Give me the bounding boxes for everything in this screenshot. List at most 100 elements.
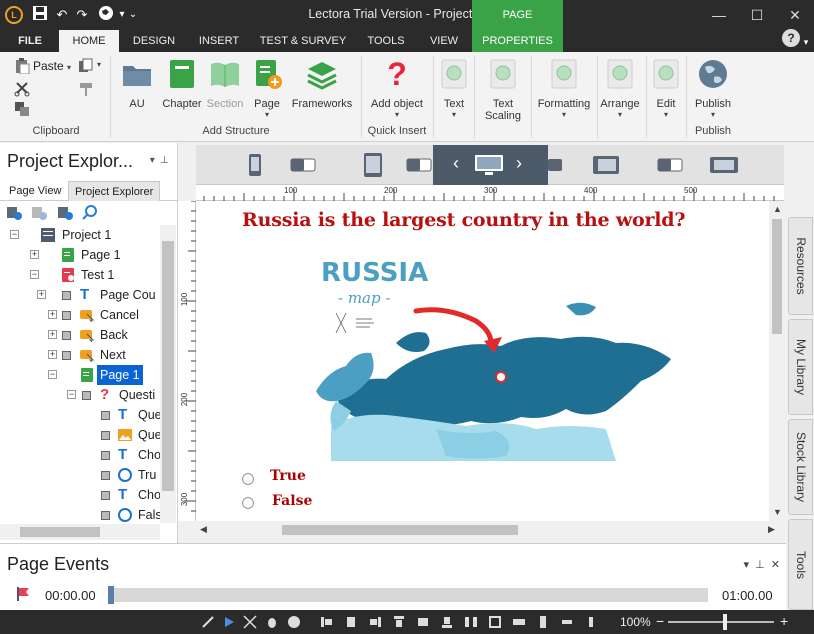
scrollbar-thumb[interactable] xyxy=(20,527,100,537)
next-device-icon[interactable]: › xyxy=(516,153,522,174)
tab-home[interactable]: HOME xyxy=(59,30,119,52)
tree-item-choice-text[interactable]: T Cho xyxy=(0,485,160,505)
cut-icon[interactable] xyxy=(14,81,30,97)
tree-item-question[interactable]: − ? Questi xyxy=(0,385,160,405)
phone-landscape-icon[interactable] xyxy=(290,158,316,172)
edit-dropdown-icon[interactable]: ▾ xyxy=(650,110,682,119)
phone-portrait-icon[interactable] xyxy=(248,153,262,177)
visibility-checkbox[interactable] xyxy=(62,291,71,300)
expand-icon[interactable]: + xyxy=(48,330,57,339)
tab-project-explorer[interactable]: Project Explorer xyxy=(68,181,161,201)
russia-map-image[interactable]: RUSSIA - map - xyxy=(316,251,676,461)
expand-icon[interactable]: + xyxy=(48,350,57,359)
close-button[interactable]: ✕ xyxy=(776,0,814,30)
add-child-icon[interactable] xyxy=(31,204,48,220)
tab-design[interactable]: DESIGN xyxy=(126,30,182,52)
add-object-button[interactable]: ? Add object ▾ xyxy=(366,58,428,119)
tree-item-test-page[interactable]: − Page 1 xyxy=(0,365,160,385)
tab-resources[interactable]: Resources xyxy=(788,217,813,315)
frameworks-button[interactable]: Frameworks xyxy=(290,58,354,110)
zoom-in-button[interactable]: + xyxy=(780,613,788,629)
scrollbar-thumb[interactable] xyxy=(282,525,518,535)
help-dropdown-icon[interactable]: ▾ xyxy=(801,32,811,52)
tab-stock-library[interactable]: Stock Library xyxy=(788,419,813,515)
copy-icon[interactable] xyxy=(78,58,94,74)
panel-options-icon[interactable]: ▾ ⊥ ✕ xyxy=(743,558,780,571)
formatting-button[interactable]: Formatting ▾ xyxy=(533,58,595,119)
visibility-checkbox[interactable] xyxy=(101,471,110,480)
text-dropdown-icon[interactable]: ▾ xyxy=(438,110,470,119)
add-after-icon[interactable] xyxy=(57,204,73,220)
event-flag-icon[interactable] xyxy=(15,586,31,602)
tab-page-view[interactable]: Page View xyxy=(3,181,67,201)
expand-icon[interactable]: + xyxy=(48,310,57,319)
delete-icon[interactable] xyxy=(14,101,30,117)
phone-wide-icon[interactable] xyxy=(709,156,739,174)
visibility-checkbox[interactable] xyxy=(101,431,110,440)
tree-item-question-image[interactable]: Que xyxy=(0,425,160,445)
zoom-slider-thumb[interactable] xyxy=(723,614,727,630)
question-title[interactable]: Russia is the largest country in the wor… xyxy=(242,209,685,231)
visibility-checkbox[interactable] xyxy=(82,391,91,400)
tree-item-project[interactable]: − Project 1 xyxy=(0,225,160,245)
edit-button[interactable]: Edit ▾ xyxy=(650,58,682,119)
paste-button[interactable]: Paste ▾ xyxy=(33,59,71,73)
help-icon[interactable]: ? xyxy=(782,29,800,47)
formatting-dropdown-icon[interactable]: ▾ xyxy=(533,110,595,119)
preview-dropdown-icon[interactable]: ▾ xyxy=(117,5,127,25)
page-button[interactable]: Page ▾ xyxy=(250,58,284,119)
scrollbar-thumb[interactable] xyxy=(772,219,782,334)
desktop-landscape-toggle-icon[interactable] xyxy=(548,158,562,172)
tab-tools[interactable]: TOOLS xyxy=(360,30,412,52)
scrollbar-thumb[interactable] xyxy=(162,241,174,491)
fit-to-window-icon[interactable] xyxy=(243,615,257,629)
expand-icon[interactable]: + xyxy=(30,250,39,259)
false-radio-button[interactable] xyxy=(242,497,254,509)
run-mode-icon[interactable] xyxy=(222,615,236,629)
text-scaling-button[interactable]: Text Scaling xyxy=(478,58,528,122)
timeline-track[interactable] xyxy=(108,586,708,604)
true-option-label[interactable]: True xyxy=(270,468,306,484)
align-top-icon[interactable] xyxy=(392,615,406,629)
same-size-icon[interactable] xyxy=(488,615,502,629)
tree-item-page-counter[interactable]: + T Page Cou xyxy=(0,285,160,305)
add-item-icon[interactable] xyxy=(6,204,22,220)
tree-item-page[interactable]: + Page 1 xyxy=(0,245,160,265)
undo-icon[interactable]: ↶ xyxy=(54,5,70,25)
add-object-dropdown-icon[interactable]: ▾ xyxy=(366,110,428,119)
tree-item-next[interactable]: + Next xyxy=(0,345,160,365)
preview-globe-icon[interactable] xyxy=(287,615,301,629)
text-button[interactable]: Text ▾ xyxy=(438,58,470,119)
zoom-out-button[interactable]: − xyxy=(656,613,664,629)
tablet-portrait-icon[interactable] xyxy=(363,152,383,178)
true-radio-button[interactable] xyxy=(242,473,254,485)
visibility-checkbox[interactable] xyxy=(101,511,110,520)
scroll-left-icon[interactable]: ◀ xyxy=(200,524,207,535)
tablet-landscape-icon[interactable] xyxy=(406,158,432,172)
previous-device-icon[interactable]: ‹ xyxy=(453,153,459,174)
edit-mode-icon[interactable] xyxy=(201,615,215,629)
scroll-right-icon[interactable]: ▶ xyxy=(768,524,775,535)
chapter-button[interactable]: Chapter xyxy=(160,58,204,110)
paste-dropdown-icon[interactable]: ▾ xyxy=(67,63,71,72)
tree-vertical-scrollbar[interactable] xyxy=(160,225,176,523)
expand-icon[interactable]: + xyxy=(37,290,46,299)
tab-my-library[interactable]: My Library xyxy=(788,319,813,415)
search-icon[interactable] xyxy=(82,204,98,220)
format-painter-icon[interactable] xyxy=(78,81,94,97)
arrange-button[interactable]: Arrange ▾ xyxy=(598,58,642,119)
au-button[interactable]: AU xyxy=(118,58,156,110)
align-left-icon[interactable] xyxy=(320,615,334,629)
desktop-device-selected[interactable]: ‹ › xyxy=(433,145,548,185)
align-center-icon[interactable] xyxy=(344,615,358,629)
minimize-button[interactable]: — xyxy=(700,0,738,30)
canvas-vertical-scrollbar[interactable]: ▲ ▼ xyxy=(769,201,785,521)
align-middle-icon[interactable] xyxy=(416,615,430,629)
collapse-icon[interactable]: − xyxy=(48,370,57,379)
center-horizontal-icon[interactable] xyxy=(560,615,574,629)
tab-insert[interactable]: INSERT xyxy=(192,30,246,52)
tablet-wide-icon[interactable] xyxy=(592,155,620,175)
pane-options-icon[interactable]: ▾ ⊥ xyxy=(150,155,169,166)
tree-item-cancel[interactable]: + Cancel xyxy=(0,305,160,325)
copy-dropdown-icon[interactable]: ▾ xyxy=(97,60,101,69)
